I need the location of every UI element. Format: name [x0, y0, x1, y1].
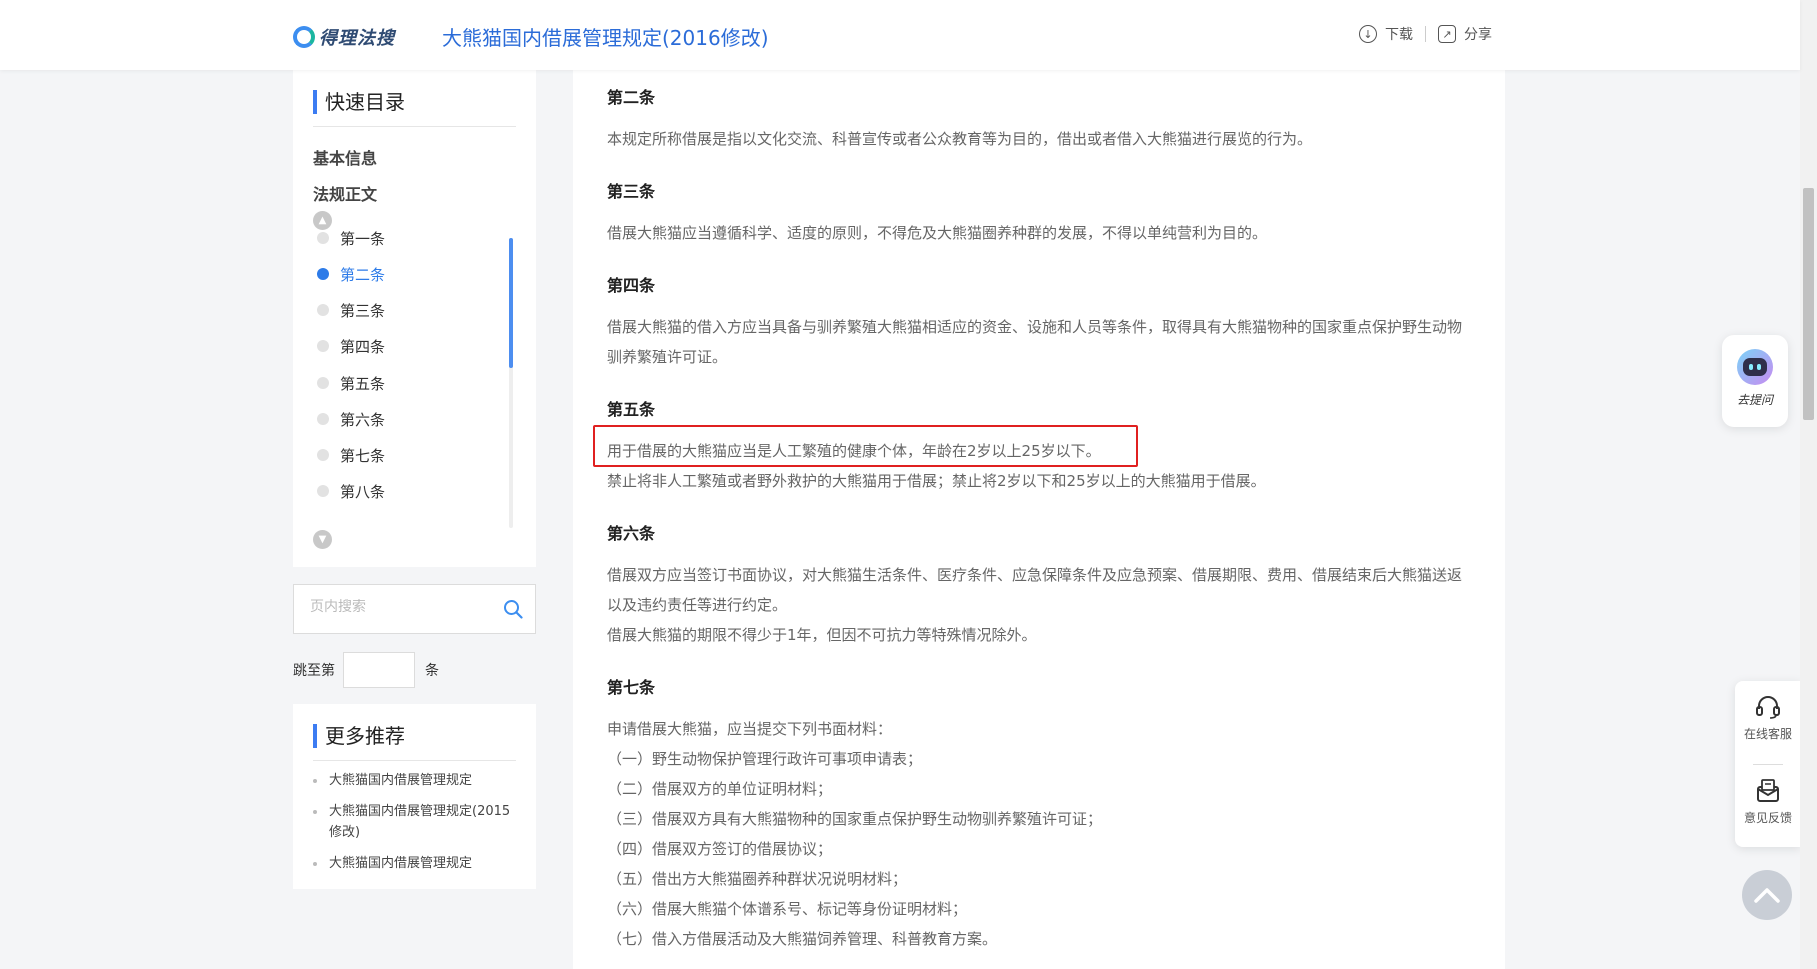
divider: [1753, 764, 1783, 765]
feedback-label: 意见反馈: [1743, 811, 1792, 825]
search-icon[interactable]: [503, 599, 523, 619]
divider: [313, 126, 516, 127]
service-panel: 在线客服 意见反馈: [1735, 681, 1801, 847]
article-list-item: （七）借入方借展活动及大熊猫饲养管理、科普教育方案。: [607, 930, 998, 948]
download-button[interactable]: ↓ 下载: [1359, 24, 1413, 44]
bullet-icon: [317, 268, 329, 280]
toc-item-1[interactable]: 第一条: [313, 228, 385, 248]
chevron-up-icon: [1754, 888, 1780, 903]
share-label: 分享: [1464, 27, 1492, 43]
article-paragraph: 借展双方应当签订书面协议，对大熊猫生活条件、医疗条件、应急保障条件及应急预案、借…: [607, 566, 1463, 614]
article-list-item: （三）借展双方具有大熊猫物种的国家重点保护野生动物驯养繁殖许可证；: [607, 810, 1103, 828]
article-paragraph: 借展大熊猫应当遵循科学、适度的原则，不得危及大熊猫圈养种群的发展，不得以单纯营利…: [607, 224, 1268, 242]
jump-to-article: 跳至第 条: [293, 652, 439, 688]
article-paragraph: 申请借展大熊猫，应当提交下列书面材料：: [607, 720, 893, 738]
online-service-label: 在线客服: [1743, 727, 1792, 741]
headset-icon: [1756, 696, 1780, 719]
article-list-item: （四）借展双方签订的借展协议；: [607, 840, 833, 858]
article-heading: 第七条: [607, 678, 656, 697]
article-paragraph: 禁止将非人工繁殖或者野外救护的大熊猫用于借展；禁止将2岁以下和25岁以上的大熊猫…: [607, 472, 1266, 490]
page-scrollbar[interactable]: [1800, 0, 1817, 969]
bullet-icon: [317, 377, 329, 389]
ask-ai-label: 去提问: [1736, 393, 1773, 407]
search-input[interactable]: [310, 599, 490, 615]
article-heading: 第六条: [607, 524, 656, 543]
back-to-top-button[interactable]: [1742, 870, 1792, 920]
jump-prefix: 跳至第: [293, 663, 335, 679]
toc-basic-info[interactable]: 基本信息: [313, 145, 377, 169]
article-5: 第五条 用于借展的大熊猫应当是人工繁殖的健康个体，年龄在2岁以上25岁以下。 禁…: [607, 396, 1473, 496]
toc-item-7[interactable]: 第七条: [313, 445, 385, 465]
article-paragraph: 本规定所称借展是指以文化交流、科普宣传或者公众教育等为目的，借出或者借入大熊猫进…: [607, 130, 1313, 148]
article-heading: 第四条: [607, 276, 656, 295]
article-3: 第三条 借展大熊猫应当遵循科学、适度的原则，不得危及大熊猫圈养种群的发展，不得以…: [607, 178, 1473, 248]
article-list-item: （五）借出方大熊猫圈养种群状况说明材料；: [607, 870, 908, 888]
article-7: 第七条 申请借展大熊猫，应当提交下列书面材料： （一）野生动物保护管理行政许可事…: [607, 674, 1473, 954]
online-service-button[interactable]: 在线客服: [1735, 693, 1801, 742]
robot-icon: [1737, 349, 1773, 385]
article-paragraph: 借展大熊猫的期限不得少于1年，但因不可抗力等特殊情况除外。: [607, 626, 1037, 644]
share-icon: ↗: [1438, 25, 1456, 43]
bullet-icon: [317, 304, 329, 316]
toc-scrollbar-thumb[interactable]: [509, 238, 513, 368]
site-logo[interactable]: 得理法搜: [293, 24, 395, 50]
recommendation-list: 大熊猫国内借展管理规定 大熊猫国内借展管理规定(2015修改) 大熊猫国内借展管…: [313, 770, 513, 884]
download-label: 下载: [1385, 27, 1413, 43]
bullet-icon: [317, 413, 329, 425]
toc-expand-down-icon[interactable]: ▼: [313, 530, 332, 549]
toc-item-5[interactable]: 第五条: [313, 373, 385, 393]
logo-text: 得理法搜: [319, 28, 395, 49]
bullet-icon: [317, 449, 329, 461]
recommendation-link[interactable]: 大熊猫国内借展管理规定(2015修改): [313, 801, 513, 843]
quick-toc-panel: 快速目录 基本信息 法规正文 ▲ 第一条 第二条 第三条 第四条 第五条 第六条…: [293, 70, 536, 567]
toc-item-8[interactable]: 第八条: [313, 481, 385, 501]
article-heading: 第二条: [607, 88, 656, 107]
page-scrollbar-thumb[interactable]: [1803, 188, 1814, 420]
in-page-search: [293, 584, 536, 634]
top-header: 得理法搜 大熊猫国内借展管理规定(2016修改) ↓ 下载 ↗ 分享: [0, 0, 1800, 70]
page-title: 大熊猫国内借展管理规定(2016修改): [442, 26, 769, 50]
divider: [313, 760, 516, 761]
header-actions: ↓ 下载 ↗ 分享: [1359, 24, 1492, 44]
recommendation-link[interactable]: 大熊猫国内借展管理规定: [313, 853, 513, 874]
feedback-mail-icon: [1757, 779, 1779, 802]
toc-item-3[interactable]: 第三条: [313, 300, 385, 320]
download-icon: ↓: [1359, 25, 1377, 43]
article-heading: 第三条: [607, 182, 656, 201]
toc-item-4[interactable]: 第四条: [313, 336, 385, 356]
bullet-icon: [317, 232, 329, 244]
more-title: 更多推荐: [313, 724, 405, 748]
article-list-item: （六）借展大熊猫个体谱系号、标记等身份证明材料；: [607, 900, 968, 918]
article-body: 第二条 本规定所称借展是指以文化交流、科普宣传或者公众教育等为目的，借出或者借入…: [573, 70, 1505, 969]
jump-suffix: 条: [425, 663, 439, 679]
toc-title: 快速目录: [313, 90, 405, 114]
article-paragraph: 用于借展的大熊猫应当是人工繁殖的健康个体，年龄在2岁以上25岁以下。: [607, 442, 1101, 460]
jump-input[interactable]: [343, 652, 415, 688]
article-list-item: （二）借展双方的单位证明材料；: [607, 780, 833, 798]
recommendation-link[interactable]: 大熊猫国内借展管理规定: [313, 770, 513, 791]
article-4: 第四条 借展大熊猫的借入方应当具备与驯养繁殖大熊猫相适应的资金、设施和人员等条件…: [607, 272, 1473, 372]
bullet-icon: [317, 485, 329, 497]
share-button[interactable]: ↗ 分享: [1438, 24, 1492, 44]
article-6: 第六条 借展双方应当签订书面协议，对大熊猫生活条件、医疗条件、应急保障条件及应急…: [607, 520, 1473, 650]
more-recommendations-panel: 更多推荐 大熊猫国内借展管理规定 大熊猫国内借展管理规定(2015修改) 大熊猫…: [293, 704, 536, 889]
logo-icon: [293, 26, 315, 48]
article-2: 第二条 本规定所称借展是指以文化交流、科普宣传或者公众教育等为目的，借出或者借入…: [607, 84, 1473, 154]
article-heading: 第五条: [607, 400, 656, 419]
divider: [1425, 26, 1426, 42]
bullet-icon: [317, 340, 329, 352]
ask-ai-widget[interactable]: 去提问: [1722, 335, 1788, 427]
article-list-item: （一）野生动物保护管理行政许可事项申请表；: [607, 750, 923, 768]
toc-body-section[interactable]: 法规正文: [313, 181, 377, 205]
article-paragraph: 借展大熊猫的借入方应当具备与驯养繁殖大熊猫相适应的资金、设施和人员等条件，取得具…: [607, 318, 1463, 366]
toc-item-2[interactable]: 第二条: [313, 264, 385, 284]
feedback-button[interactable]: 意见反馈: [1735, 777, 1801, 826]
toc-item-6[interactable]: 第六条: [313, 409, 385, 429]
